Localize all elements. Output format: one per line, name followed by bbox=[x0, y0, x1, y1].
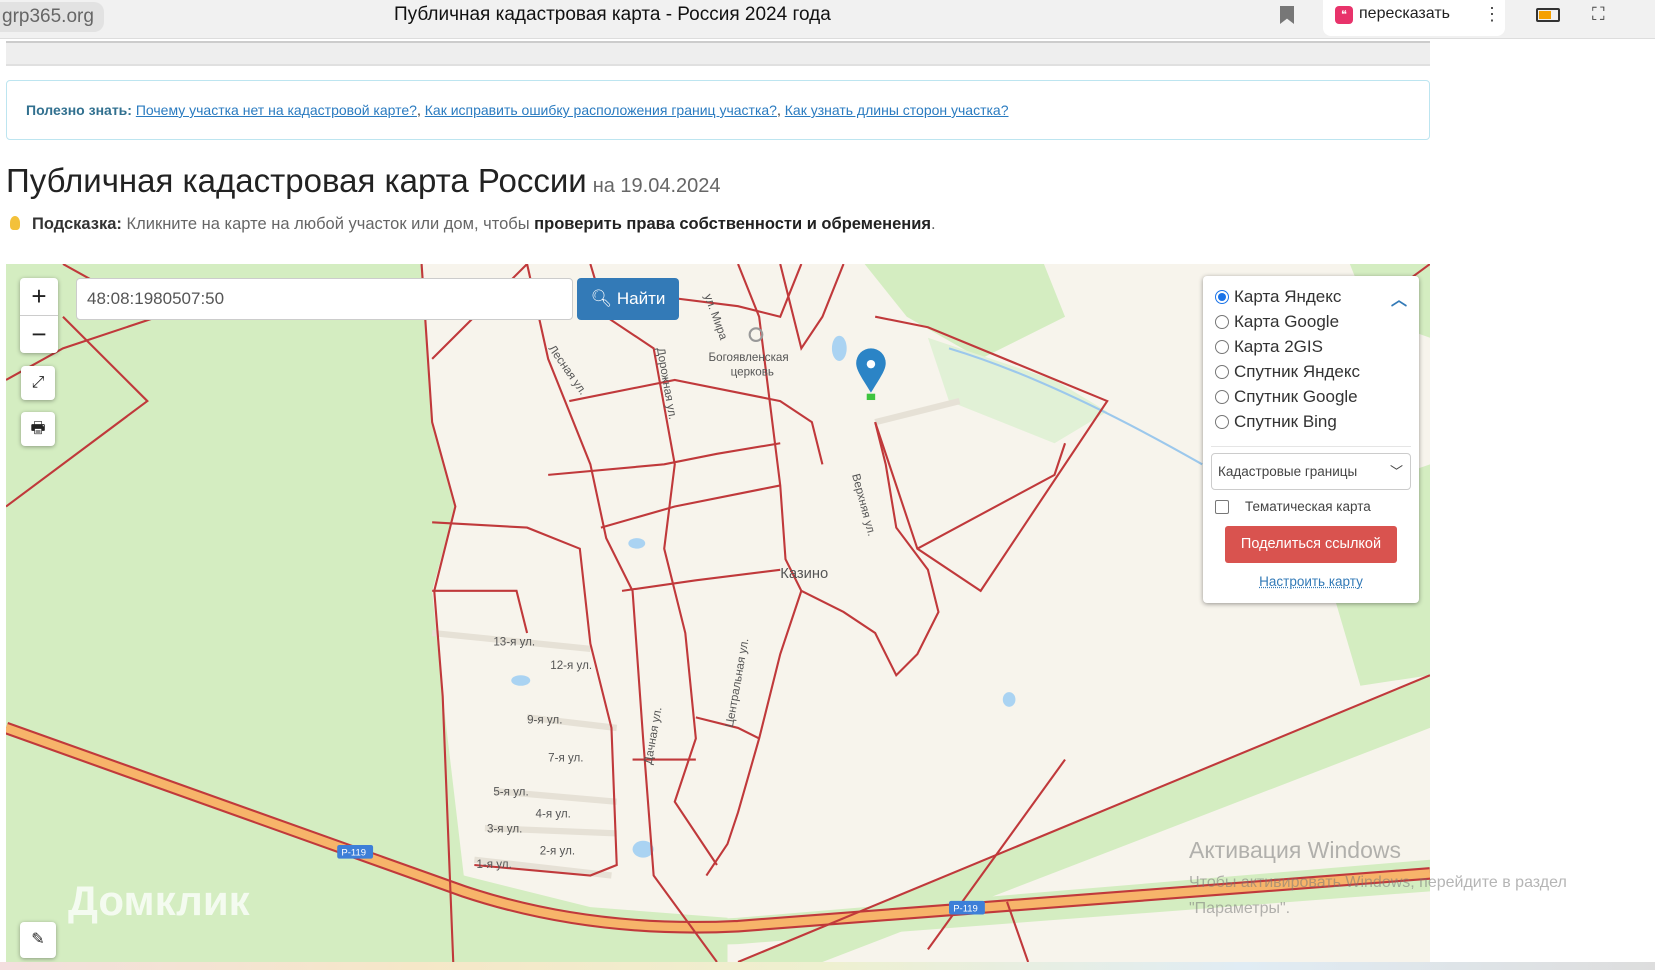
domklik-watermark: Домклик bbox=[68, 877, 250, 924]
layer-label: Спутник Bing bbox=[1234, 411, 1337, 431]
divider bbox=[1211, 446, 1411, 447]
layer-option-google-map[interactable]: Карта Google bbox=[1215, 309, 1407, 334]
radio[interactable] bbox=[1215, 339, 1229, 354]
more-menu-icon[interactable]: ⋮ bbox=[1483, 4, 1501, 25]
browser-topbar: grp365.org Публичная кадастровая карта -… bbox=[0, 0, 1655, 39]
street-label: 4-я ул. bbox=[536, 808, 571, 821]
share-link-button[interactable]: Поделиться ссылкой bbox=[1225, 526, 1397, 563]
find-button[interactable]: 🔍︎ Найти bbox=[577, 278, 679, 320]
print-icon[interactable]: 🖶 bbox=[21, 412, 55, 446]
street-label: 13-я ул. bbox=[493, 636, 535, 649]
radio-selected[interactable] bbox=[1215, 289, 1229, 304]
hint-bold: проверить права собственности и обремене… bbox=[534, 215, 932, 233]
page-date: на 19.04.2024 bbox=[592, 175, 721, 197]
retell-icon: ❝ bbox=[1335, 6, 1353, 24]
zoom-out-button[interactable]: − bbox=[20, 315, 58, 352]
radio[interactable] bbox=[1215, 314, 1229, 329]
retell-label: пересказать bbox=[1359, 5, 1450, 22]
street-label: 9-я ул. bbox=[527, 714, 562, 727]
header-band bbox=[6, 41, 1430, 66]
lightbulb-icon bbox=[10, 216, 20, 230]
fullscreen-icon[interactable]: ⤢ bbox=[21, 366, 55, 400]
page-tab-title: Публичная кадастровая карта - Россия 202… bbox=[394, 4, 831, 25]
layer-option-yandex-satellite[interactable]: Спутник Яндекс bbox=[1215, 359, 1407, 384]
road-number: Р-119 bbox=[341, 848, 366, 859]
layer-option-google-satellite[interactable]: Спутник Google bbox=[1215, 384, 1407, 409]
extension-icon[interactable]: ⛶ bbox=[1592, 4, 1605, 25]
configure-map-link[interactable]: Настроить карту bbox=[1215, 574, 1407, 589]
useful-info-box: Полезно знать: Почему участка нет на кад… bbox=[6, 80, 1430, 140]
hint-label: Подсказка: bbox=[32, 215, 122, 233]
find-label: Найти bbox=[616, 289, 666, 308]
page-title: Публичная кадастровая карта России на 19.… bbox=[6, 162, 721, 200]
checkbox[interactable] bbox=[1215, 499, 1229, 514]
taskbar-strip bbox=[0, 962, 1655, 970]
hint-text: Кликните на карте на любой участок или д… bbox=[126, 215, 530, 233]
hint-end: . bbox=[931, 215, 936, 233]
church-label: церковь bbox=[731, 366, 774, 379]
thematic-label: Тематическая карта bbox=[1245, 499, 1371, 514]
street-label: 3-я ул. bbox=[487, 822, 522, 835]
address-domain[interactable]: grp365.org bbox=[0, 2, 104, 32]
ruler-icon[interactable]: ✎ bbox=[20, 922, 56, 958]
hint: Подсказка: Кликните на карте на любой уч… bbox=[10, 215, 936, 234]
info-label: Полезно знать: bbox=[26, 102, 132, 118]
layer-switcher: ︿ Карта Яндекс Карта Google Карта 2GIS С… bbox=[1203, 276, 1419, 603]
chevron-down-icon: ﹀ bbox=[1389, 464, 1403, 479]
thematic-map-checkbox[interactable]: Тематическая карта bbox=[1215, 499, 1407, 514]
layer-label: Спутник Яндекс bbox=[1234, 361, 1360, 381]
layer-label: Карта Google bbox=[1234, 311, 1340, 331]
layer-option-bing-satellite[interactable]: Спутник Bing bbox=[1215, 409, 1407, 434]
zoom-in-button[interactable]: + bbox=[20, 278, 58, 315]
road-number: Р-119 bbox=[953, 903, 978, 914]
info-link-fix-boundary[interactable]: Как исправить ошибку расположения границ… bbox=[425, 102, 777, 118]
info-link-missing-plot[interactable]: Почему участка нет на кадастровой карте? bbox=[136, 102, 417, 118]
layer-label: Карта Яндекс bbox=[1234, 286, 1342, 306]
street-label: 1-я ул. bbox=[476, 858, 511, 871]
battery-icon[interactable] bbox=[1536, 8, 1560, 22]
village-label: Казино bbox=[780, 566, 828, 582]
layer-label: Спутник Google bbox=[1234, 386, 1358, 406]
radio[interactable] bbox=[1215, 414, 1229, 429]
chevron-up-icon[interactable]: ︿ bbox=[1391, 286, 1407, 310]
layer-option-yandex-map[interactable]: Карта Яндекс bbox=[1215, 284, 1407, 309]
windows-activation-title: Активация Windows bbox=[1189, 837, 1401, 863]
radio[interactable] bbox=[1215, 364, 1229, 379]
radio[interactable] bbox=[1215, 389, 1229, 404]
retell-button[interactable]: ❝ пересказать bbox=[1323, 0, 1505, 36]
church-label: Богоявленская bbox=[709, 351, 789, 364]
bookmark-icon[interactable] bbox=[1280, 6, 1294, 24]
street-label: 12-я ул. bbox=[550, 659, 592, 672]
windows-activation-text: Чтобы активировать Windows, перейдите в … bbox=[1189, 874, 1567, 917]
overlay-select[interactable]: Кадастровые границы ﹀ bbox=[1211, 453, 1411, 490]
street-label: 7-я ул. bbox=[548, 752, 583, 765]
layer-option-2gis-map[interactable]: Карта 2GIS bbox=[1215, 334, 1407, 359]
layer-label: Карта 2GIS bbox=[1234, 336, 1323, 356]
cadastral-number-input[interactable] bbox=[76, 278, 573, 320]
search-icon: 🔍︎ bbox=[590, 289, 613, 308]
page-title-text: Публичная кадастровая карта России bbox=[6, 162, 587, 199]
zoom-control: + − bbox=[20, 278, 58, 353]
overlay-select-value: Кадастровые границы bbox=[1218, 464, 1358, 479]
street-label: 5-я ул. bbox=[493, 785, 528, 798]
info-link-side-lengths[interactable]: Как узнать длины сторон участка? bbox=[785, 102, 1009, 118]
street-label: 2-я ул. bbox=[540, 844, 575, 857]
